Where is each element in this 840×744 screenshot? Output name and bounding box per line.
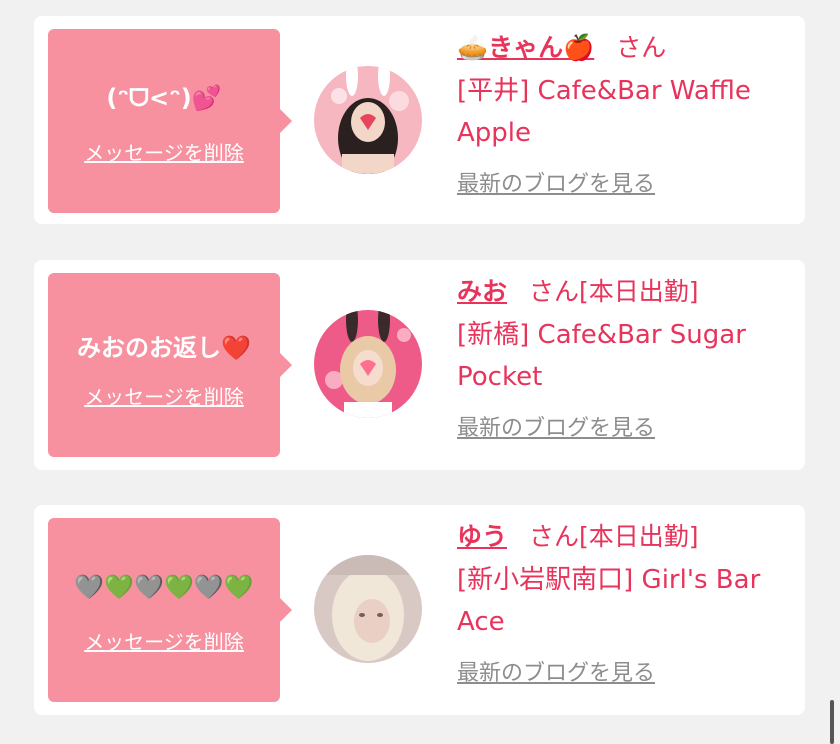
- shop-name: [新橋] Cafe&Bar Sugar Pocket: [457, 320, 746, 392]
- cast-name-line: 🥧きゃん🍎 さん: [457, 28, 797, 68]
- delete-message-link[interactable]: メッセージを削除: [48, 381, 280, 410]
- cast-name-line: みお さん[本日出勤]: [457, 272, 797, 312]
- latest-blog-link[interactable]: 最新のブログを見る: [457, 410, 797, 442]
- latest-blog-link[interactable]: 最新のブログを見る: [457, 166, 797, 198]
- message-card: (ᵔᗜ<ᵔ)💕 メッセージを削除 🥧きゃん🍎 さん [平井] Cafe&Bar W…: [34, 16, 805, 224]
- message-bubble: みおのお返し❤️ メッセージを削除: [48, 273, 292, 457]
- status-label: [本日出勤]: [579, 522, 699, 551]
- shop-name: [平井] Cafe&Bar Waffle Apple: [457, 76, 751, 148]
- cast-info: みお さん[本日出勤] [新橋] Cafe&Bar Sugar Pocket 最新…: [457, 272, 797, 442]
- avatar[interactable]: [314, 66, 422, 174]
- san-label: さん: [529, 522, 580, 551]
- message-bubble: (ᵔᗜ<ᵔ)💕 メッセージを削除: [48, 29, 292, 213]
- status-label: [本日出勤]: [579, 277, 699, 306]
- message-card: 🩶💚🩶💚🩶💚 メッセージを削除 ゆう さん[本日出勤] [新小岩駅南口] Girl…: [34, 505, 805, 715]
- avatar[interactable]: [314, 310, 422, 418]
- cast-info: ゆう さん[本日出勤] [新小岩駅南口] Girl's Bar Ace 最新のブロ…: [457, 517, 797, 687]
- message-bubble: 🩶💚🩶💚🩶💚 メッセージを削除: [48, 518, 292, 702]
- cast-name-link[interactable]: ゆう: [457, 522, 507, 551]
- san-label: さん: [529, 277, 580, 306]
- message-card: みおのお返し❤️ メッセージを削除 みお さん[本日出勤] [新橋] Cafe&B…: [34, 260, 805, 470]
- message-text: (ᵔᗜ<ᵔ)💕: [106, 84, 222, 112]
- avatar[interactable]: [314, 555, 422, 663]
- cast-info: 🥧きゃん🍎 さん [平井] Cafe&Bar Waffle Apple 最新のブロ…: [457, 28, 797, 198]
- delete-message-link[interactable]: メッセージを削除: [48, 137, 280, 166]
- scrollbar[interactable]: [830, 700, 834, 744]
- san-label: さん: [616, 33, 667, 62]
- cast-name-line: ゆう さん[本日出勤]: [457, 517, 797, 557]
- message-list: (ᵔᗜ<ᵔ)💕 メッセージを削除 🥧きゃん🍎 さん [平井] Cafe&Bar W…: [0, 0, 840, 744]
- cast-name-link[interactable]: みお: [457, 277, 507, 306]
- message-text: みおのお返し❤️: [77, 334, 251, 362]
- latest-blog-link[interactable]: 最新のブログを見る: [457, 655, 797, 687]
- delete-message-link[interactable]: メッセージを削除: [48, 626, 280, 655]
- cast-name-link[interactable]: 🥧きゃん🍎: [457, 33, 594, 62]
- message-text: 🩶💚🩶💚🩶💚: [74, 573, 254, 601]
- shop-name: [新小岩駅南口] Girl's Bar Ace: [457, 565, 761, 637]
